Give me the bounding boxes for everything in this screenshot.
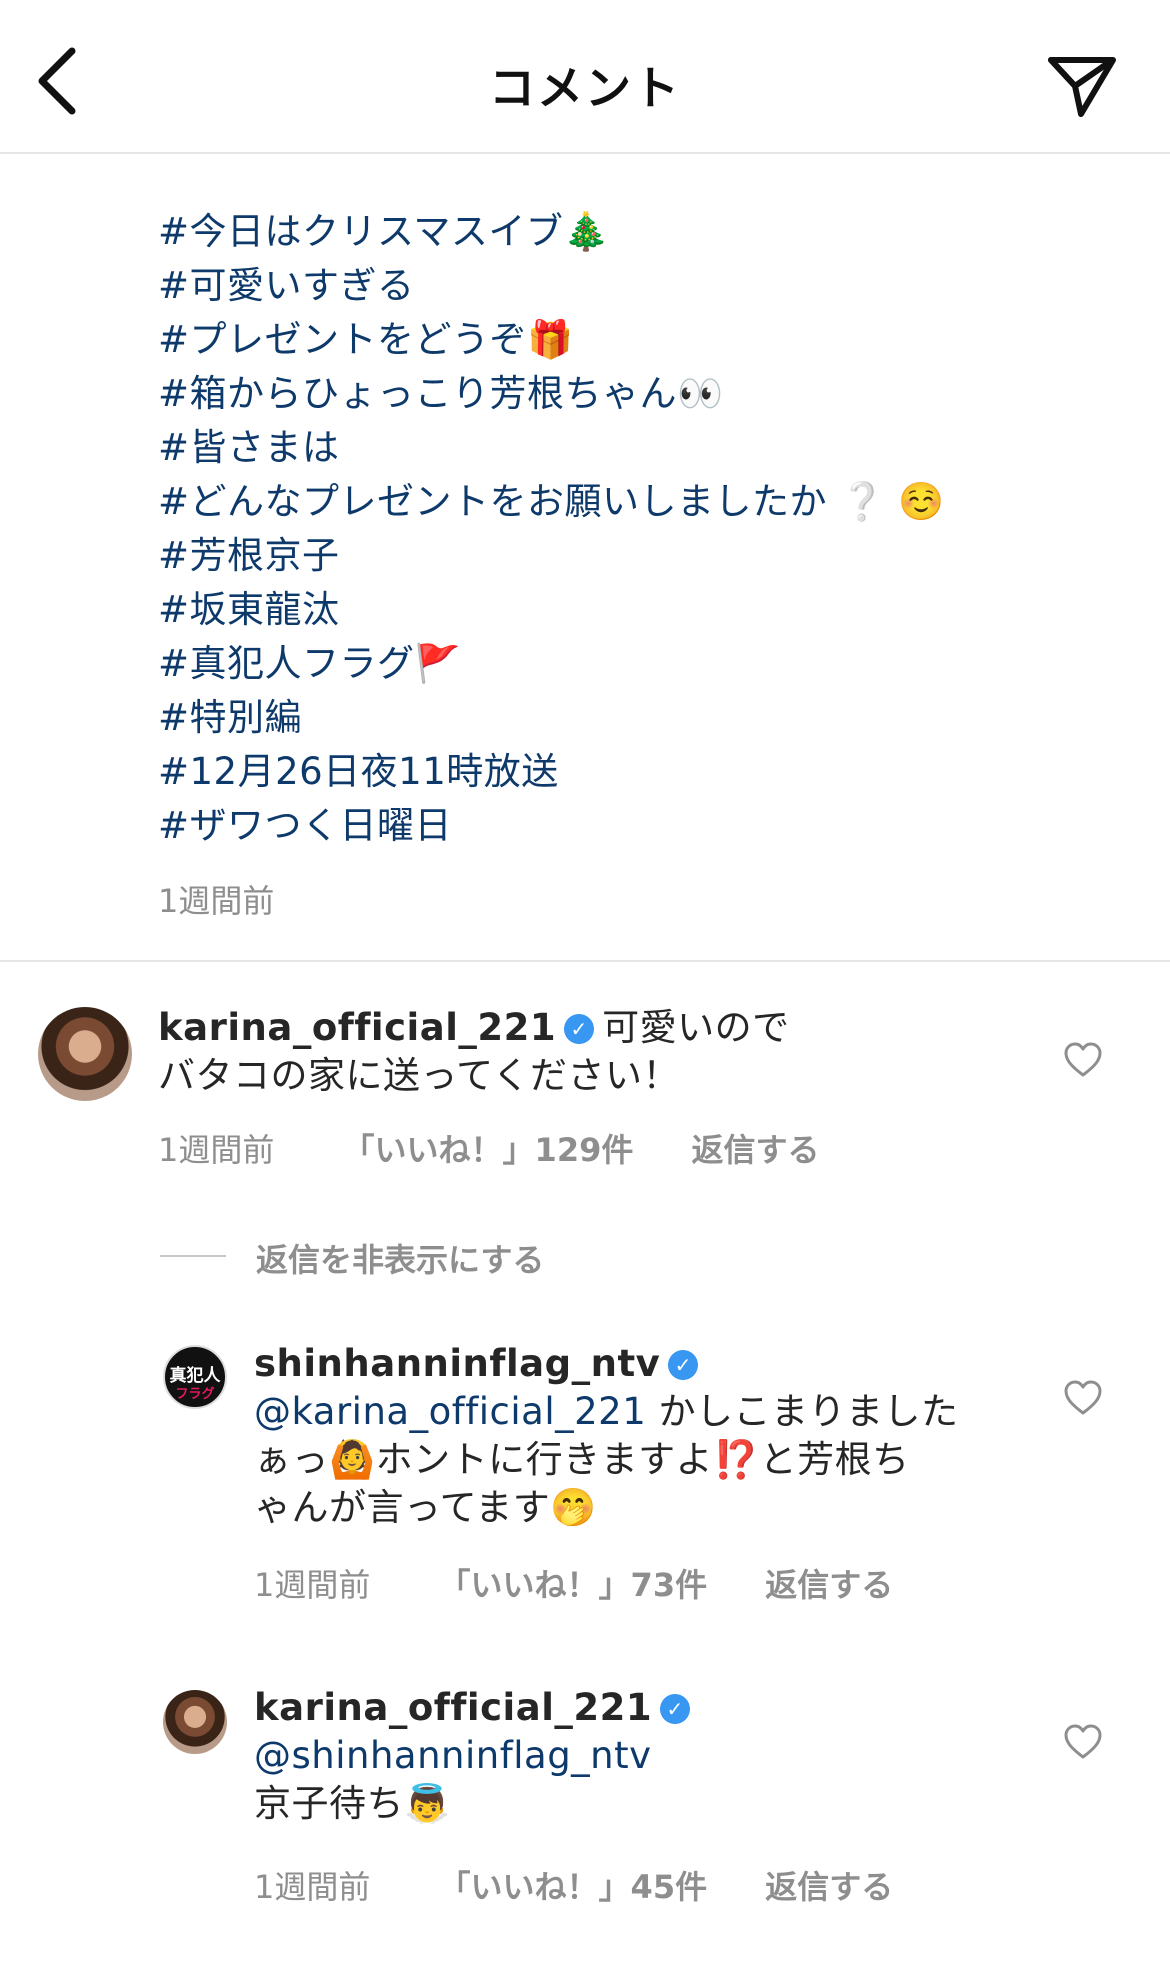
hand-over-mouth-emoji: 🤭 [550, 1486, 597, 1529]
mention-link[interactable]: @karina_official_221 [254, 1390, 646, 1433]
avatar[interactable] [163, 1690, 227, 1754]
hashtag-line[interactable]: #真犯人フラグ🚩 [158, 637, 945, 691]
like-count[interactable]: 「いいね！」45件 [439, 1862, 708, 1908]
reply-button[interactable]: 返信する [765, 1560, 893, 1606]
reply-button[interactable]: 返信する [692, 1125, 820, 1171]
hide-replies-label[interactable]: 返信を非表示にする [256, 1235, 544, 1281]
verified-badge-icon: ✓ [564, 1014, 595, 1044]
hashtag-line[interactable]: #プレゼントをどうぞ🎁 [158, 313, 945, 367]
hashtag-line[interactable]: #どんなプレゼントをお願いしましたか ❔ ☺️ [158, 475, 945, 529]
reply-text: ゃんが言ってます [254, 1486, 551, 1529]
page-title: コメント [489, 61, 681, 115]
hashtag-line[interactable]: #箱からひょっこり芳根ちゃん👀 [158, 367, 945, 421]
reply-username[interactable]: shinhanninflag_ntv [254, 1342, 660, 1385]
paper-plane-icon [1048, 57, 1116, 117]
reply-text: と芳根ち [759, 1438, 910, 1481]
like-count[interactable]: 「いいね！」73件 [439, 1560, 708, 1606]
reply-timestamp: 1週間前 [254, 1868, 371, 1906]
share-button[interactable] [1045, 50, 1120, 120]
verified-badge-icon: ✓ [668, 1350, 699, 1380]
verified-badge-icon: ✓ [660, 1694, 691, 1724]
comment-username[interactable]: karina_official_221 [158, 1006, 556, 1049]
hashtag-line[interactable]: #特別編 [158, 691, 945, 745]
heart-icon[interactable] [1063, 1042, 1103, 1078]
comment-text: 可愛いので [602, 1006, 790, 1049]
reply-body: karina_official_221 ✓ @shinhanninflag_ntv… [254, 1684, 1034, 1828]
red-flag-emoji: 🚩 [414, 642, 462, 685]
reply-meta: 1週間前 「いいね！」45件 返信する [254, 1862, 893, 1908]
post-caption: #今日はクリスマスイブ🎄 #可愛いすぎる #プレゼントをどうぞ🎁 #箱からひょっ… [158, 205, 945, 853]
avatar[interactable]: 真犯人 フラグ [163, 1345, 227, 1409]
comment-meta: 1週間前 「いいね！」129件 返信する [158, 1125, 820, 1171]
hashtag-line[interactable]: #12月26日夜11時放送 [158, 745, 945, 799]
like-count[interactable]: 「いいね！」129件 [343, 1125, 634, 1171]
divider-line [160, 1255, 226, 1257]
hashtag-line[interactable]: #今日はクリスマスイブ🎄 [158, 205, 945, 259]
gift-emoji: 🎁 [527, 318, 574, 361]
angel-emoji: 👼 [404, 1782, 451, 1825]
caption-timestamp: 1週間前 [158, 882, 275, 920]
reply-username[interactable]: karina_official_221 [254, 1686, 652, 1729]
reply-meta: 1週間前 「いいね！」73件 返信する [254, 1560, 893, 1606]
reply-body: shinhanninflag_ntv ✓ @karina_official_221… [254, 1340, 1034, 1532]
eyes-emoji: 👀 [677, 372, 724, 415]
reply-button[interactable]: 返信する [765, 1862, 893, 1908]
hashtag-line[interactable]: #皆さまは [158, 421, 945, 475]
heart-icon[interactable] [1063, 1380, 1103, 1416]
ok-gesture-emoji: 🙆 [329, 1438, 376, 1481]
reply-text: ぁっ [254, 1438, 329, 1481]
reply-text: ホントに行きますよ [375, 1438, 714, 1481]
reply-timestamp: 1週間前 [254, 1566, 371, 1604]
mention-link[interactable]: @shinhanninflag_ntv [254, 1734, 652, 1777]
question-smile-emoji: ❔ ☺️ [839, 480, 945, 523]
reply-text: かしこまりました [646, 1390, 959, 1433]
reply-text: 京子待ち [254, 1782, 404, 1825]
hashtag-line[interactable]: #可愛いすぎる [158, 259, 945, 313]
christmas-tree-emoji: 🎄 [563, 210, 610, 253]
top-nav-bar: コメント [0, 0, 1170, 154]
hashtag-line[interactable]: #芳根京子 [158, 529, 945, 583]
avatar-logo-subtext: フラグ [175, 1387, 215, 1402]
comment-text-continued: バタコの家に送ってください！ [158, 1054, 681, 1097]
comment-body: karina_official_221 ✓ 可愛いので バタコの家に送ってください！ [158, 1004, 1018, 1100]
exclamation-question-emoji: ⁉️ [713, 1438, 760, 1481]
avatar[interactable] [38, 1007, 132, 1101]
hashtag-line[interactable]: #坂東龍汰 [158, 583, 945, 637]
heart-icon[interactable] [1063, 1724, 1103, 1760]
divider [0, 960, 1170, 962]
hashtag-line[interactable]: #ザワつく日曜日 [158, 799, 945, 853]
comment-timestamp: 1週間前 [158, 1131, 275, 1169]
